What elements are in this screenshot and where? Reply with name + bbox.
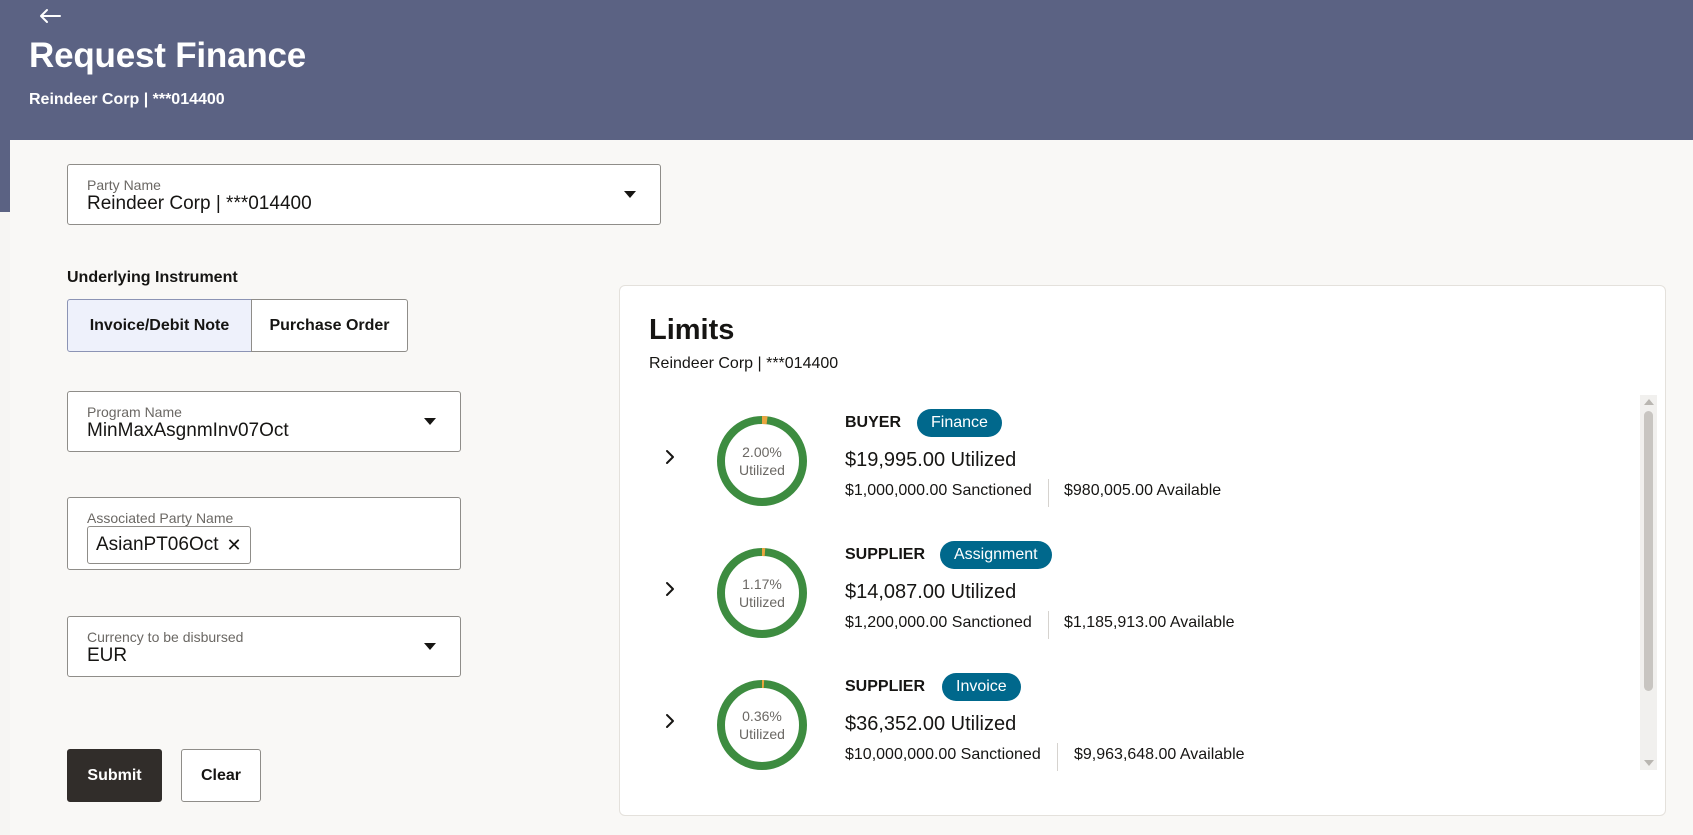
limit-row: 2.00% Utilized BUYER Finance $19,995.00 …: [620, 409, 1640, 519]
program-name-select[interactable]: Program Name MinMaxAsgnmInv07Oct: [67, 391, 461, 452]
chevron-right-icon: [666, 714, 674, 728]
chevron-right-icon: [666, 582, 674, 596]
associated-party-label: Associated Party Name: [87, 510, 234, 526]
limits-subtitle: Reindeer Corp | ***014400: [649, 355, 839, 372]
program-name-value: MinMaxAsgnmInv07Oct: [87, 420, 289, 441]
utilized-caption: Utilized: [739, 594, 785, 610]
scroll-up-icon[interactable]: [1644, 399, 1654, 405]
scroll-down-icon[interactable]: [1644, 760, 1654, 766]
utilized-caption: Utilized: [739, 462, 785, 478]
limit-type-badge: Assignment: [940, 541, 1052, 569]
scrollbar-thumb[interactable]: [1644, 411, 1653, 691]
underlying-instrument-label: Underlying Instrument: [67, 269, 238, 286]
limit-row: 0.36% Utilized SUPPLIER Invoice $36,352.…: [620, 673, 1640, 783]
chip-label: AsianPT06Oct: [96, 534, 219, 555]
expand-row-button[interactable]: [658, 577, 682, 601]
party-name-select[interactable]: Party Name Reindeer Corp | ***014400: [67, 164, 661, 225]
utilized-amount: $19,995.00 Utilized: [845, 449, 1017, 471]
donut-label: 0.36% Utilized: [716, 679, 808, 771]
page-title: Request Finance: [29, 36, 307, 75]
utilized-percent: 1.17%: [742, 576, 782, 592]
limit-row: 1.17% Utilized SUPPLIER Assignment $14,0…: [620, 541, 1640, 651]
page-subtitle: Reindeer Corp | ***014400: [29, 91, 225, 108]
party-name-label: Party Name: [87, 177, 161, 193]
currency-label: Currency to be disbursed: [87, 629, 244, 645]
sanctioned-amount: $1,200,000.00 Sanctioned: [845, 614, 1032, 631]
program-name-label: Program Name: [87, 404, 182, 420]
chevron-down-icon[interactable]: [624, 191, 636, 198]
header-accent-strip: [0, 140, 10, 212]
available-amount: $9,963,648.00 Available: [1074, 746, 1245, 763]
submit-button[interactable]: Submit: [67, 749, 162, 802]
limit-role: SUPPLIER: [845, 546, 926, 563]
arrow-left-icon: [40, 9, 61, 23]
limit-type-badge: Finance: [917, 409, 1002, 437]
available-amount: $1,185,913.00 Available: [1064, 614, 1235, 631]
utilized-amount: $14,087.00 Utilized: [845, 581, 1017, 603]
utilized-percent: 2.00%: [742, 444, 782, 460]
expand-row-button[interactable]: [658, 445, 682, 469]
sanctioned-amount: $10,000,000.00 Sanctioned: [845, 746, 1041, 763]
chevron-down-icon[interactable]: [424, 643, 436, 650]
limit-role: BUYER: [845, 414, 902, 431]
party-name-value: Reindeer Corp | ***014400: [87, 193, 312, 214]
chevron-right-icon: [666, 450, 674, 464]
clear-button[interactable]: Clear: [181, 749, 261, 802]
chevron-down-icon[interactable]: [424, 418, 436, 425]
associated-party-chip: AsianPT06Oct ✕: [87, 526, 251, 564]
utilized-percent: 0.36%: [742, 708, 782, 724]
divider: [1048, 479, 1049, 507]
back-button[interactable]: [36, 2, 64, 30]
limits-title: Limits: [649, 314, 735, 346]
limits-panel: Limits Reindeer Corp | ***014400 2.00% U…: [619, 285, 1666, 816]
currency-value: EUR: [87, 645, 128, 666]
sanctioned-amount: $1,000,000.00 Sanctioned: [845, 482, 1032, 499]
limit-type-badge: Invoice: [942, 673, 1021, 701]
utilized-amount: $36,352.00 Utilized: [845, 713, 1017, 735]
associated-party-field[interactable]: Associated Party Name AsianPT06Oct ✕: [67, 497, 461, 570]
limits-scrollbar[interactable]: [1640, 395, 1657, 770]
donut-label: 2.00% Utilized: [716, 415, 808, 507]
donut-label: 1.17% Utilized: [716, 547, 808, 639]
available-amount: $980,005.00 Available: [1064, 482, 1222, 499]
tab-purchase-order[interactable]: Purchase Order: [251, 299, 408, 352]
currency-select[interactable]: Currency to be disbursed EUR: [67, 616, 461, 677]
close-icon[interactable]: ✕: [227, 536, 242, 554]
utilized-caption: Utilized: [739, 726, 785, 742]
limit-role: SUPPLIER: [845, 678, 926, 695]
divider: [1048, 611, 1049, 639]
tab-invoice-debit-note[interactable]: Invoice/Debit Note: [67, 299, 252, 352]
divider: [1057, 743, 1058, 771]
expand-row-button[interactable]: [658, 709, 682, 733]
